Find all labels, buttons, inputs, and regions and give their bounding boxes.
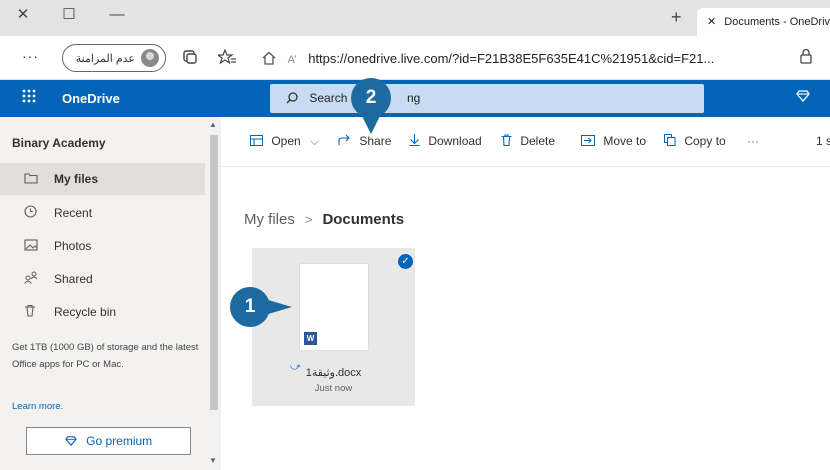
image-icon (24, 230, 38, 262)
sidebar-item-label: Recent (54, 206, 93, 220)
sidebar-item-label: My files (54, 172, 99, 186)
maximize-window-icon[interactable]: ☐ (58, 4, 80, 26)
file-tile[interactable]: W ✓ ⤻ وثيقة1.docx Just now (252, 248, 415, 406)
search-input[interactable]: Search ng (270, 84, 704, 113)
onedrive-header: OneDrive Search ng (0, 80, 830, 117)
download-label: Download (428, 134, 482, 148)
share-icon (338, 134, 354, 148)
tab-actions-icon[interactable] (182, 49, 198, 69)
download-icon (409, 134, 423, 148)
scrollbar-thumb[interactable] (210, 135, 218, 410)
home-icon[interactable] (262, 51, 280, 66)
file-name[interactable]: وثيقة1.docx (252, 366, 415, 379)
sidebar-item-recycle-bin[interactable]: Recycle bin (0, 296, 205, 328)
more-commands-button[interactable]: ··· (747, 134, 759, 148)
people-icon (24, 263, 38, 295)
checkmark-icon[interactable]: ✓ (398, 254, 413, 269)
delete-label: Delete (520, 134, 556, 148)
brand-name[interactable]: OneDrive (62, 91, 120, 106)
command-bar: Open ⌵ Share Download Delete Move to Cop… (221, 117, 830, 167)
avatar (141, 49, 159, 67)
clock-icon (24, 197, 37, 229)
scroll-up-icon[interactable]: ▲ (209, 120, 217, 129)
open-label: Open (271, 134, 301, 148)
selection-count: 1 s (816, 134, 830, 148)
trash-icon (24, 296, 36, 328)
file-modified-time: Just now (314, 383, 353, 394)
new-tab-icon[interactable]: + (671, 8, 682, 26)
download-button[interactable]: Download (409, 134, 482, 148)
app-launcher-icon[interactable] (22, 89, 36, 108)
breadcrumb: My files > Documents (244, 211, 404, 228)
callout-badge-1: 1 (230, 287, 270, 327)
address-bar[interactable]: A’ https://onedrive.live.com/?id=F21B38E… (262, 46, 812, 72)
open-icon (250, 134, 266, 148)
tab-close-icon[interactable]: ✕ (707, 16, 716, 28)
go-premium-button[interactable]: Go premium (26, 427, 191, 455)
url-text[interactable]: https://onedrive.live.com/?id=F21B38E5F6… (308, 51, 714, 66)
open-button[interactable]: Open ⌵ (250, 134, 319, 149)
sidebar-item-label: Photos (54, 239, 92, 253)
move-icon (581, 134, 598, 148)
browser-tab-strip: ✕ ☐ — + ✕ Documents - OneDriv (0, 0, 830, 36)
sidebar: Binary Academy My files Recent Photos Sh… (0, 117, 221, 470)
sidebar-scrollbar[interactable]: ▲ ▼ (207, 117, 221, 470)
lock-icon[interactable] (799, 48, 813, 68)
sidebar-item-label: Recycle bin (54, 305, 117, 319)
close-window-icon[interactable]: ✕ (12, 4, 34, 26)
copy-to-label: Copy to (684, 134, 726, 148)
storage-promo-text: Get 1TB (1000 GB) of storage and the lat… (12, 342, 199, 370)
sidebar-item-photos[interactable]: Photos (0, 230, 205, 262)
breadcrumb-separator: > (304, 212, 313, 227)
go-premium-label: Go premium (86, 434, 153, 448)
copy-to-button[interactable]: Copy to (664, 134, 726, 148)
word-icon: W (304, 332, 317, 345)
chevron-down-icon: ⌵ (310, 134, 320, 148)
sidebar-item-recent[interactable]: Recent (0, 197, 205, 229)
profile-label: عدم المزامنة (75, 52, 135, 65)
search-placeholder-tail: ng (407, 91, 421, 105)
profile-button[interactable]: عدم المزامنة (62, 44, 166, 72)
breadcrumb-root[interactable]: My files (244, 211, 295, 228)
search-icon (286, 91, 301, 105)
account-name: Binary Academy (12, 136, 106, 150)
delete-button[interactable]: Delete (501, 134, 555, 148)
learn-more-link[interactable]: Learn more. (12, 401, 63, 412)
scroll-down-icon[interactable]: ▼ (209, 456, 217, 465)
browser-menu-button[interactable]: ··· (22, 48, 39, 64)
share-label: Share (359, 134, 392, 148)
copy-icon (664, 134, 679, 148)
browser-toolbar: ··· عدم المزامنة A’ https://onedrive.liv… (0, 36, 830, 80)
minimize-window-icon[interactable]: — (106, 4, 128, 26)
sidebar-item-my-files[interactable]: My files (0, 163, 205, 195)
sidebar-item-shared[interactable]: Shared (0, 263, 205, 295)
move-to-button[interactable]: Move to (581, 134, 646, 148)
callout-badge-2: 2 (351, 78, 391, 118)
move-to-label: Move to (603, 134, 647, 148)
folder-icon (24, 163, 38, 195)
tab-title: Documents - OneDriv (724, 16, 830, 28)
browser-tab[interactable]: ✕ Documents - OneDriv (697, 8, 830, 36)
read-aloud-icon[interactable]: A’ (288, 54, 297, 66)
favorites-icon[interactable] (216, 48, 236, 69)
search-placeholder: Search (309, 91, 348, 105)
diamond-icon (65, 434, 80, 448)
file-thumbnail[interactable]: W (300, 264, 368, 350)
share-button[interactable]: Share (338, 134, 391, 148)
diamond-icon[interactable] (796, 90, 810, 105)
breadcrumb-current: Documents (322, 211, 405, 228)
sidebar-item-label: Shared (54, 272, 93, 286)
trash-icon (501, 134, 515, 148)
